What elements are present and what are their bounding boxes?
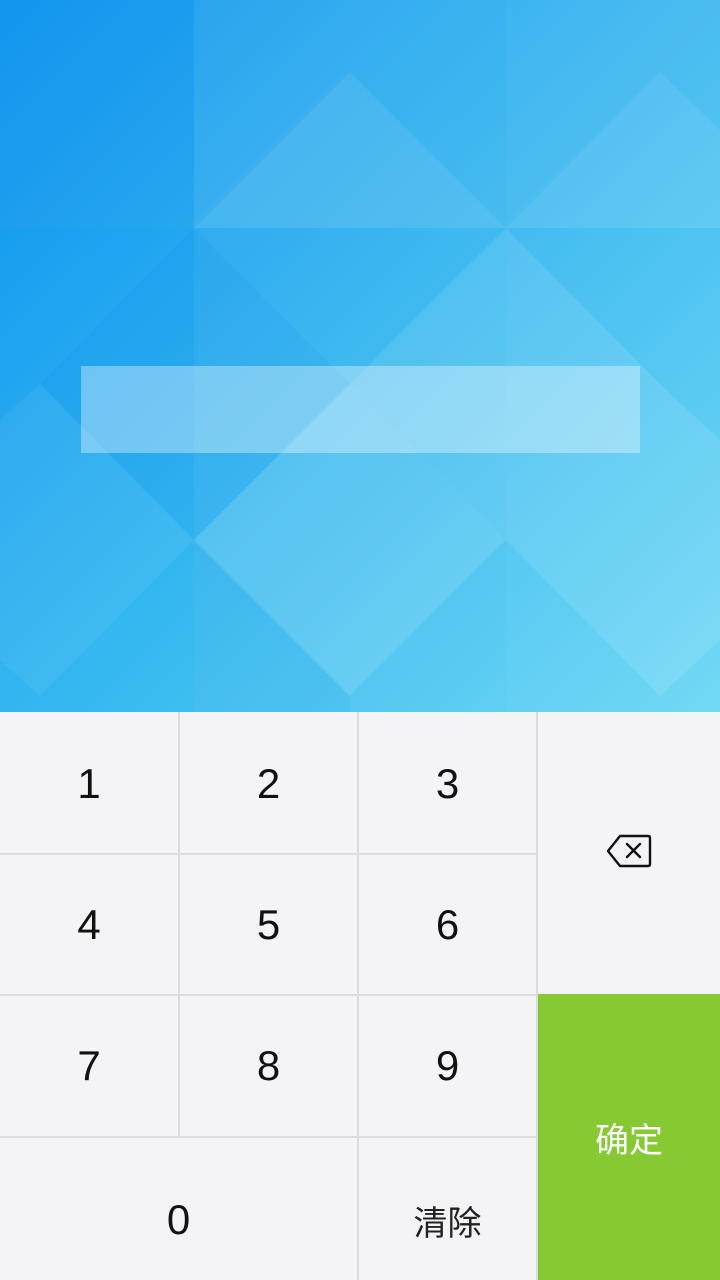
- key-label: 7: [77, 1042, 101, 1089]
- header-background: [0, 0, 720, 712]
- key-label: 3: [435, 759, 460, 807]
- key-label: 5: [256, 900, 281, 948]
- key-label: 9: [435, 1042, 460, 1089]
- backspace-button[interactable]: [538, 714, 720, 994]
- geometric-pattern: [0, 0, 720, 712]
- key-1[interactable]: 1: [0, 714, 178, 853]
- key-label: 2: [256, 759, 281, 807]
- confirm-button[interactable]: 确定: [538, 994, 720, 1280]
- key-0[interactable]: 0: [0, 1138, 357, 1280]
- key-label: 4: [77, 900, 101, 948]
- key-5[interactable]: 5: [180, 855, 357, 994]
- key-3[interactable]: 3: [359, 714, 536, 853]
- backspace-icon: [606, 830, 652, 878]
- key-9[interactable]: 9: [359, 996, 536, 1136]
- clear-button[interactable]: 清除: [359, 1138, 536, 1280]
- confirm-label: 确定: [595, 1120, 663, 1161]
- key-label: 6: [435, 900, 460, 948]
- key-7[interactable]: 7: [0, 996, 178, 1136]
- clear-label: 清除: [413, 1203, 482, 1244]
- key-8[interactable]: 8: [180, 996, 357, 1136]
- key-6[interactable]: 6: [359, 855, 536, 994]
- key-2[interactable]: 2: [180, 714, 357, 853]
- key-label: 0: [166, 1196, 191, 1243]
- amount-input-box[interactable]: [81, 366, 640, 453]
- key-label: 8: [256, 1042, 281, 1089]
- key-label: 1: [77, 759, 101, 807]
- key-4[interactable]: 4: [0, 855, 178, 994]
